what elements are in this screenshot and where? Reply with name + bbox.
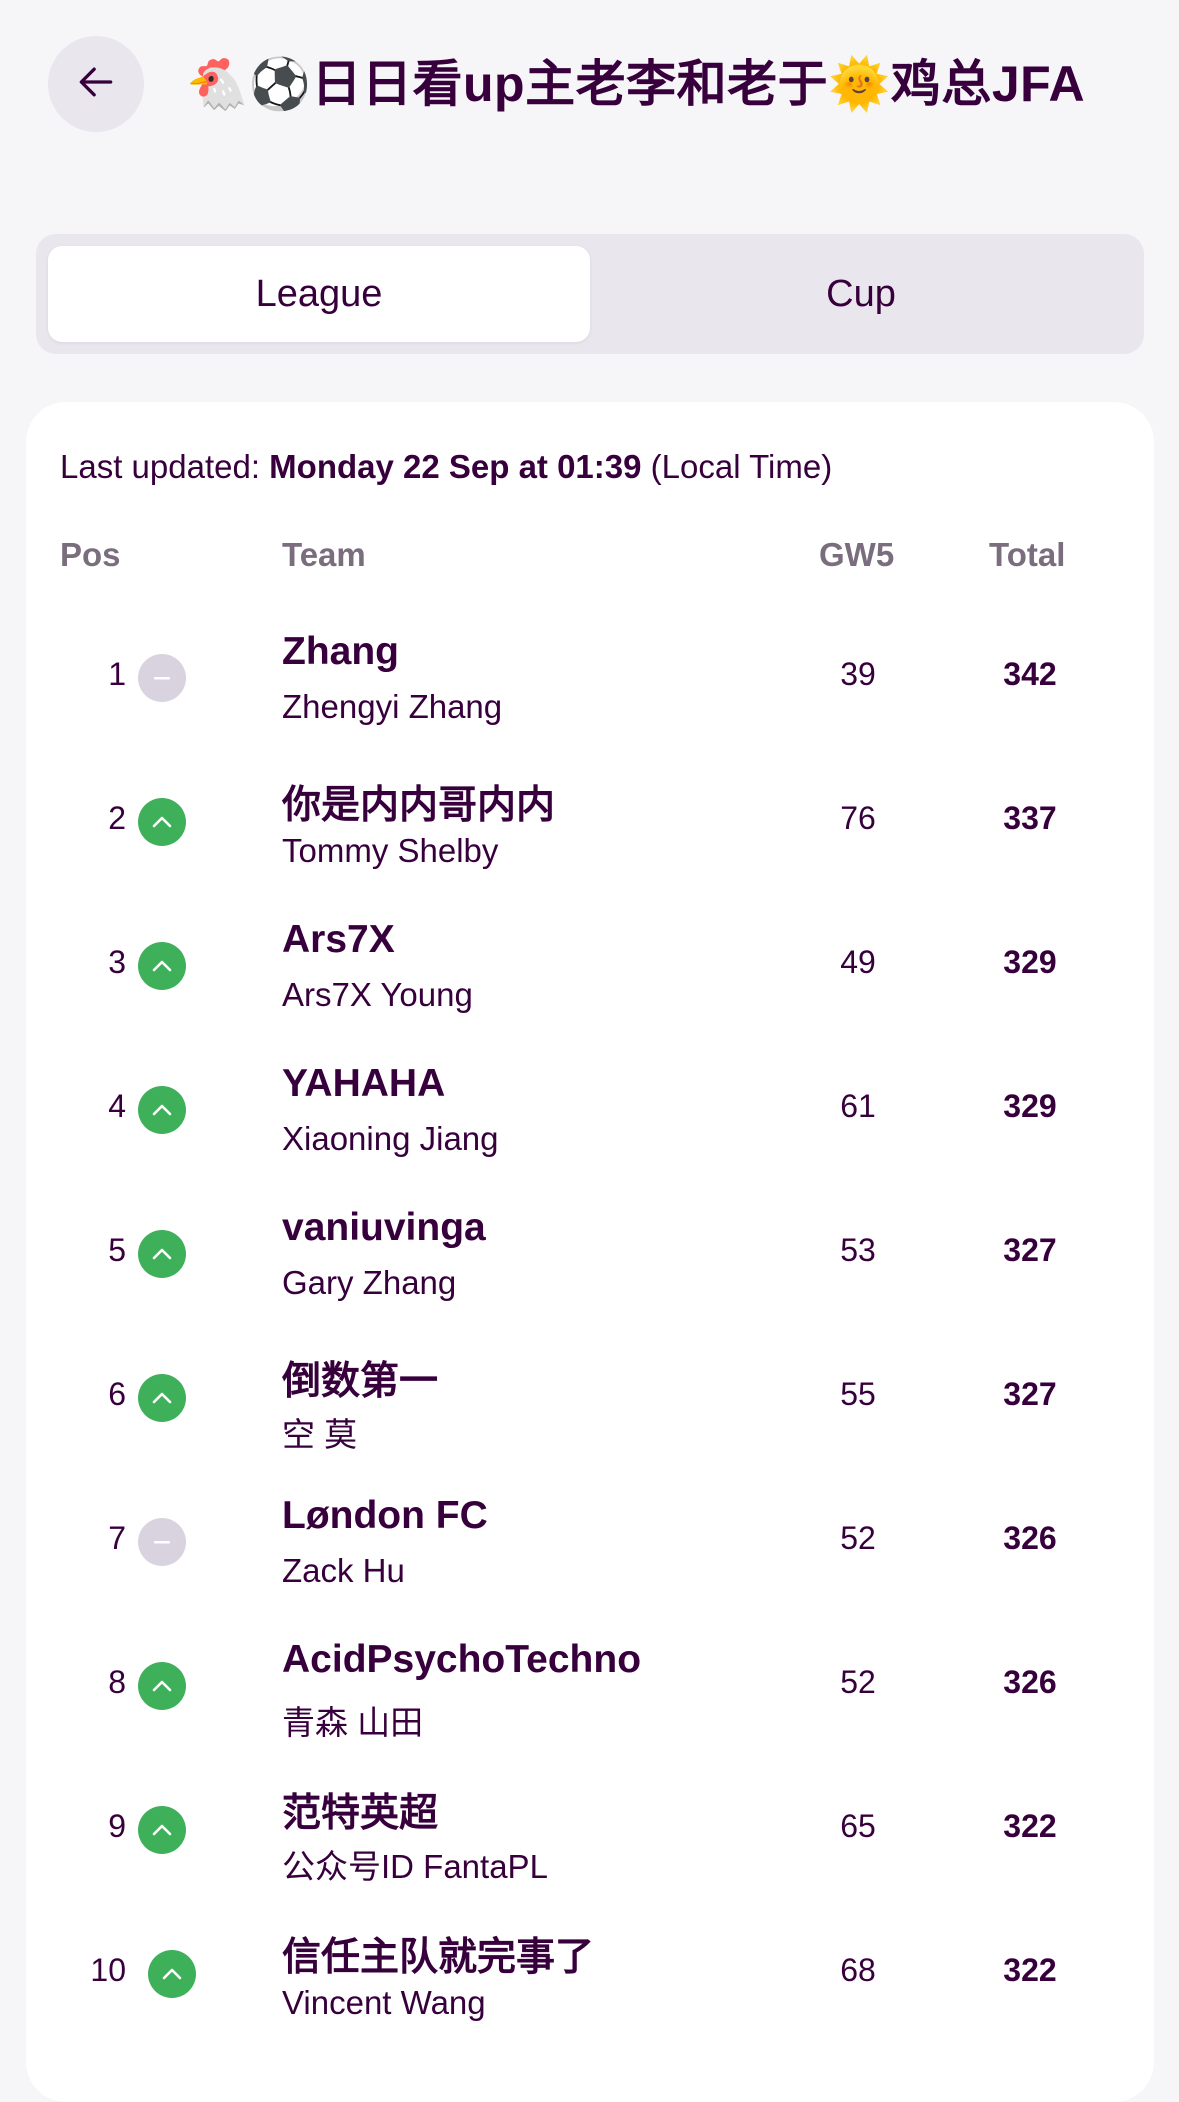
manager-name: 青森 山田 [282, 1704, 424, 1741]
gameweek-points: 55 [840, 1376, 876, 1412]
gameweek-points: 68 [840, 1952, 876, 1988]
manager-name: Zack Hu [282, 1552, 405, 1589]
tab-bar: League Cup [36, 234, 1144, 354]
team-name: AcidPsychoTechno [282, 1638, 642, 1681]
column-pos: Pos [60, 536, 121, 573]
back-button[interactable] [48, 36, 144, 132]
team-name: 倒数第一 [282, 1360, 439, 1403]
rank-up-icon [138, 1662, 186, 1710]
last-updated: Last updated: Monday 22 Sep at 01:39 (Lo… [60, 448, 832, 486]
row-position: 9 [108, 1808, 126, 1844]
table-row[interactable]: 7 Løndon FC Zack Hu 52 326 [0, 1464, 1179, 1608]
table-row[interactable]: 4 YAHAHA Xiaoning Jiang 61 329 [0, 1032, 1179, 1176]
rank-up-icon [138, 942, 186, 990]
manager-name: Ars7X Young [282, 976, 473, 1013]
standings-table: 1 Zhang Zhengyi Zhang 39 342 2 你是内内哥内内 T… [0, 600, 1179, 2040]
gameweek-points: 65 [840, 1808, 876, 1844]
column-team: Team [282, 536, 366, 573]
row-position: 6 [108, 1376, 126, 1412]
total-points: 322 [1003, 1808, 1057, 1844]
gameweek-points: 52 [840, 1664, 876, 1700]
last-updated-suffix: (Local Time) [641, 448, 833, 485]
manager-name: Zhengyi Zhang [282, 688, 503, 725]
row-position: 4 [108, 1088, 126, 1124]
team-name: Løndon FC [282, 1494, 488, 1537]
manager-name: Vincent Wang [282, 1984, 486, 2021]
table-row[interactable]: 5 vaniuvinga Gary Zhang 53 327 [0, 1176, 1179, 1320]
table-row[interactable]: 2 你是内内哥内内 Tommy Shelby 76 337 [0, 744, 1179, 888]
row-position: 1 [108, 656, 126, 692]
gameweek-points: 39 [840, 656, 876, 692]
team-name: YAHAHA [282, 1062, 446, 1105]
table-header: Pos Team GW5 Total [0, 536, 1179, 586]
manager-name: 空 莫 [282, 1416, 358, 1453]
table-row[interactable]: 9 范特英超 公众号ID FantaPL 65 322 [0, 1752, 1179, 1896]
total-points: 327 [1003, 1376, 1057, 1412]
rank-up-icon [138, 1806, 186, 1854]
team-name: vaniuvinga [282, 1206, 486, 1249]
header: 🐔⚽日日看up主老李和老于🌞鸡总JFA [0, 0, 1179, 180]
no-change-icon [138, 654, 186, 702]
manager-name: Tommy Shelby [282, 832, 499, 869]
rank-up-icon [138, 1086, 186, 1134]
table-row[interactable]: 6 倒数第一 空 莫 55 327 [0, 1320, 1179, 1464]
total-points: 327 [1003, 1232, 1057, 1268]
gameweek-points: 52 [840, 1520, 876, 1556]
row-position: 5 [108, 1232, 126, 1268]
row-position: 7 [108, 1520, 126, 1556]
manager-name: 公众号ID FantaPL [282, 1848, 548, 1885]
manager-name: Xiaoning Jiang [282, 1120, 499, 1157]
arrow-left-icon [74, 60, 118, 109]
gameweek-points: 49 [840, 944, 876, 980]
row-position: 10 [90, 1952, 126, 1988]
last-updated-prefix: Last updated: [60, 448, 270, 485]
rank-up-icon [138, 798, 186, 846]
total-points: 326 [1003, 1664, 1057, 1700]
rank-up-icon [138, 1374, 186, 1422]
table-row[interactable]: 10 信任主队就完事了 Vincent Wang 68 322 [0, 1896, 1179, 2040]
table-row[interactable]: 3 Ars7X Ars7X Young 49 329 [0, 888, 1179, 1032]
manager-name: Gary Zhang [282, 1264, 457, 1301]
total-points: 337 [1003, 800, 1057, 836]
team-name: Ars7X [282, 918, 395, 961]
total-points: 322 [1003, 1952, 1057, 1988]
team-name: 你是内内哥内内 [282, 784, 556, 827]
column-gw: GW5 [819, 536, 895, 573]
rank-up-icon [148, 1950, 196, 1998]
gameweek-points: 76 [840, 800, 876, 836]
total-points: 326 [1003, 1520, 1057, 1556]
table-row[interactable]: 8 AcidPsychoTechno 青森 山田 52 326 [0, 1608, 1179, 1752]
row-position: 2 [108, 800, 126, 836]
team-name: Zhang [282, 630, 399, 673]
tab-cup[interactable]: Cup [590, 246, 1132, 342]
row-position: 8 [108, 1664, 126, 1700]
total-points: 329 [1003, 944, 1057, 980]
total-points: 342 [1003, 656, 1057, 692]
total-points: 329 [1003, 1088, 1057, 1124]
column-total: Total [989, 536, 1066, 573]
last-updated-value: Monday 22 Sep at 01:39 [269, 448, 642, 485]
tab-league[interactable]: League [48, 246, 590, 342]
gameweek-points: 61 [840, 1088, 876, 1124]
rank-up-icon [138, 1230, 186, 1278]
team-name: 范特英超 [282, 1792, 439, 1835]
team-name: 信任主队就完事了 [282, 1936, 595, 1979]
league-title: 🐔⚽日日看up主老李和老于🌞鸡总JFA [186, 56, 1086, 112]
no-change-icon [138, 1518, 186, 1566]
table-row[interactable]: 1 Zhang Zhengyi Zhang 39 342 [0, 600, 1179, 744]
gameweek-points: 53 [840, 1232, 876, 1268]
row-position: 3 [108, 944, 126, 980]
